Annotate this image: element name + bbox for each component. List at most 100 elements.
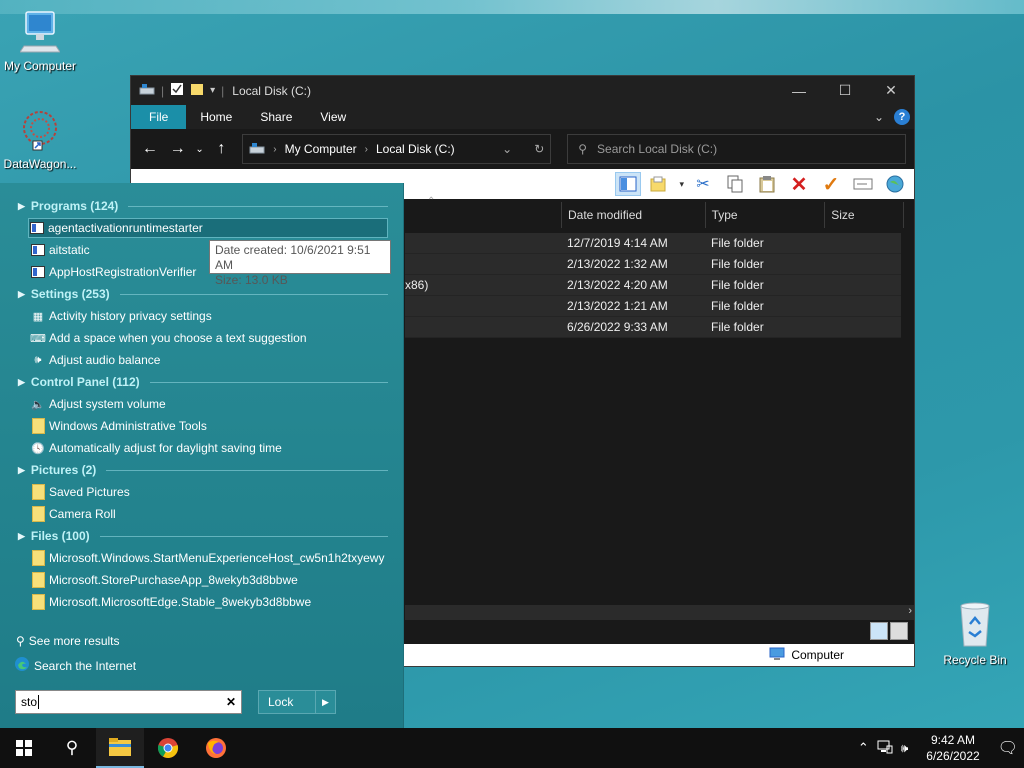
file-list: 12/7/2019 4:14 AM File folder 2/13/2022 …	[405, 233, 901, 338]
large-icons-view-button[interactable]	[890, 622, 908, 640]
taskbar-search-button[interactable]: ⚲	[48, 728, 96, 768]
expand-triangle-icon: ▶	[18, 376, 25, 387]
result-adjust-system-volume[interactable]: 🔈 Adjust system volume	[30, 394, 390, 414]
rename-icon[interactable]	[850, 172, 876, 196]
section-settings[interactable]: ▶ Settings (253)	[18, 287, 388, 301]
file-name-fragment	[405, 296, 567, 316]
delete-icon[interactable]: ✕	[786, 172, 812, 196]
lock-options-arrow-icon[interactable]: ▶	[315, 691, 335, 713]
recent-locations-dropdown-icon[interactable]: ⌄	[195, 144, 205, 155]
section-programs[interactable]: ▶ Programs (124)	[18, 199, 388, 213]
address-bar-row: ← → ⌄ ↑ › My Computer › Local Disk (C:) …	[131, 129, 914, 169]
network-icon[interactable]	[877, 740, 893, 757]
file-row[interactable]: 12/7/2019 4:14 AM File folder	[405, 233, 901, 254]
volume-icon[interactable]: 🕪	[901, 741, 909, 756]
tab-home[interactable]: Home	[186, 105, 246, 129]
lock-button[interactable]: Lock ▶	[258, 690, 336, 714]
expand-ribbon-icon[interactable]: ⌄	[874, 110, 884, 124]
horizontal-scrollbar[interactable]: ›	[405, 605, 914, 620]
column-size[interactable]: Size	[824, 202, 905, 228]
section-pictures[interactable]: ▶ Pictures (2)	[18, 463, 388, 477]
preview-pane-icon[interactable]	[615, 172, 642, 196]
result-camera-roll[interactable]: Camera Roll	[30, 504, 390, 524]
chevron-right-icon[interactable]: ›	[365, 144, 368, 155]
result-add-space-text-suggestion[interactable]: ⌨ Add a space when you choose a text sug…	[30, 328, 390, 348]
show-hidden-icons-icon[interactable]: ⌃	[858, 740, 869, 756]
paste-icon[interactable]	[754, 172, 780, 196]
result-startmenuexperiencehost[interactable]: Microsoft.Windows.StartMenuExperienceHos…	[30, 548, 390, 568]
section-control-panel[interactable]: ▶ Control Panel (112)	[18, 375, 388, 389]
details-view-button[interactable]	[870, 622, 888, 640]
breadcrumb-my-computer[interactable]: My Computer	[285, 142, 357, 156]
file-row[interactable]: x86) 2/13/2022 4:20 AM File folder	[405, 275, 901, 296]
folder-options-icon[interactable]	[647, 172, 673, 196]
help-icon[interactable]: ?	[894, 109, 910, 125]
result-agentactivationruntimestarter[interactable]: agentactivationruntimestarter	[28, 218, 388, 238]
file-row[interactable]: 2/13/2022 1:32 AM File folder	[405, 254, 901, 275]
result-storepurchaseapp[interactable]: Microsoft.StorePurchaseApp_8wekyb3d8bbwe	[30, 570, 390, 590]
scroll-right-arrow-icon[interactable]: ›	[908, 605, 912, 617]
taskbar-file-explorer[interactable]	[96, 728, 144, 768]
desktop-icon-datawagon[interactable]: DataWagon...	[0, 108, 80, 171]
search-internet-link[interactable]: Search the Internet	[14, 656, 136, 675]
file-type: File folder	[711, 278, 764, 292]
result-adjust-audio-balance[interactable]: 🕪 Adjust audio balance	[30, 350, 390, 370]
file-date: 12/7/2019 4:14 AM	[567, 236, 668, 250]
result-saved-pictures[interactable]: Saved Pictures	[30, 482, 390, 502]
clear-search-icon[interactable]: ✕	[221, 695, 241, 709]
address-dropdown-icon[interactable]: ⌄	[502, 142, 512, 156]
start-button[interactable]	[0, 728, 48, 768]
result-label: Adjust audio balance	[49, 353, 161, 367]
address-bar[interactable]: › My Computer › Local Disk (C:) ⌄ ↻	[242, 134, 552, 164]
file-date: 2/13/2022 1:32 AM	[567, 257, 668, 271]
forward-arrow-icon[interactable]: →	[167, 140, 189, 158]
desktop-icon-recycle-bin[interactable]: Recycle Bin	[935, 602, 1015, 667]
tab-file[interactable]: File	[131, 105, 187, 129]
explorer-search-box[interactable]: ⚲ Search Local Disk (C:)	[567, 134, 907, 164]
status-location: Computer	[791, 648, 844, 662]
result-label: Saved Pictures	[49, 485, 130, 499]
windows-logo-icon	[16, 740, 32, 756]
result-microsoftedge-stable[interactable]: Microsoft.MicrosoftEdge.Stable_8wekyb3d8…	[30, 592, 390, 612]
result-activity-history[interactable]: ▦ Activity history privacy settings	[30, 306, 390, 326]
program-icon	[29, 220, 45, 236]
up-arrow-icon[interactable]: ↑	[210, 140, 232, 158]
file-row[interactable]: 6/26/2022 9:33 AM File folder	[405, 317, 901, 338]
see-more-results-link[interactable]: ⚲ See more results	[16, 634, 120, 648]
action-center-icon[interactable]: 🗨	[998, 738, 1018, 758]
file-type: File folder	[711, 299, 764, 313]
quick-access-dropdown-icon[interactable]: ▾	[210, 85, 215, 96]
explorer-titlebar[interactable]: | ▾ | Local Disk (C:) — ☐ ✕	[131, 76, 914, 105]
copy-icon[interactable]	[722, 172, 748, 196]
breadcrumb-local-disk[interactable]: Local Disk (C:)	[376, 142, 455, 156]
minimize-button[interactable]: —	[776, 76, 822, 105]
close-button[interactable]: ✕	[868, 76, 914, 105]
taskbar-chrome[interactable]	[144, 728, 192, 768]
taskbar-firefox[interactable]	[192, 728, 240, 768]
start-search-input[interactable]: sto ✕	[15, 690, 242, 714]
file-row[interactable]: 2/13/2022 1:21 AM File folder	[405, 296, 901, 317]
tab-share[interactable]: Share	[246, 105, 306, 129]
section-label: Programs (124)	[30, 199, 119, 213]
desktop-icon-my-computer[interactable]: My Computer	[0, 10, 80, 73]
result-label: aitstatic	[49, 243, 90, 257]
chevron-right-icon[interactable]: ›	[273, 144, 276, 155]
new-folder-icon[interactable]	[190, 82, 204, 99]
globe-icon[interactable]	[882, 172, 908, 196]
cut-icon[interactable]: ✂	[690, 172, 716, 196]
expand-triangle-icon: ▶	[18, 200, 25, 211]
refresh-icon[interactable]: ↻	[534, 142, 544, 156]
result-windows-admin-tools[interactable]: Windows Administrative Tools	[30, 416, 390, 436]
properties-icon[interactable]	[170, 82, 184, 99]
column-date-modified[interactable]: Date modified	[561, 202, 705, 228]
maximize-button[interactable]: ☐	[822, 76, 868, 105]
result-daylight-saving-time[interactable]: 🕓 Automatically adjust for daylight savi…	[30, 438, 390, 458]
tab-view[interactable]: View	[306, 105, 360, 129]
back-arrow-icon[interactable]: ←	[139, 140, 161, 158]
taskbar-clock[interactable]: 9:42 AM 6/26/2022	[926, 732, 979, 764]
tooltip-date-created: Date created: 10/6/2021 9:51 AM	[215, 243, 371, 272]
column-type[interactable]: Type	[704, 202, 825, 228]
section-files[interactable]: ▶ Files (100)	[18, 529, 388, 543]
dropdown-arrow-icon[interactable]: ▾	[679, 179, 684, 190]
checkmark-icon[interactable]: ✓	[818, 172, 844, 196]
